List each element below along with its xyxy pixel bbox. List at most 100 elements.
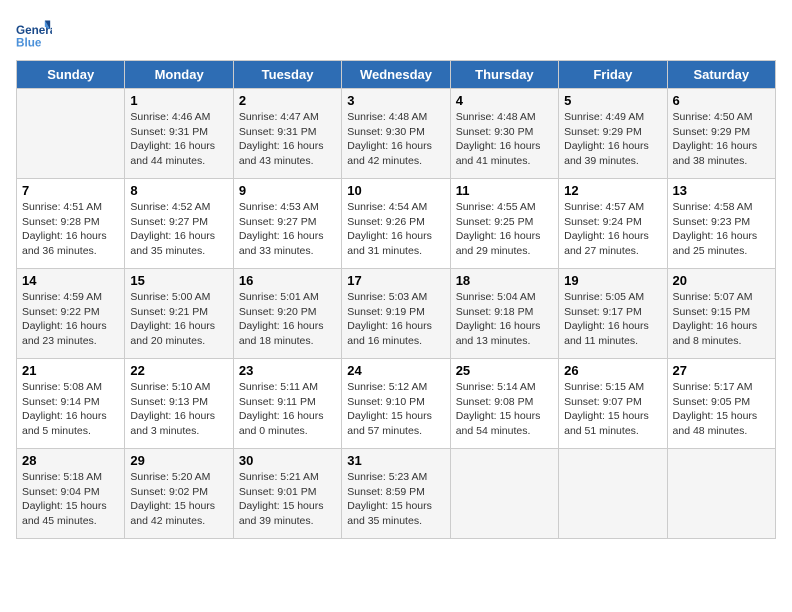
day-cell: 21 Sunrise: 5:08 AM Sunset: 9:14 PM Dayli…: [17, 359, 125, 449]
col-header-thursday: Thursday: [450, 61, 558, 89]
day-number: 11: [456, 183, 553, 198]
day-info: Sunrise: 4:49 AM Sunset: 9:29 PM Dayligh…: [564, 110, 661, 169]
day-cell: 25 Sunrise: 5:14 AM Sunset: 9:08 PM Dayli…: [450, 359, 558, 449]
day-cell: 12Sunrise: 4:57 AM Sunset: 9:24 PM Dayli…: [559, 179, 667, 269]
day-number: 10: [347, 183, 444, 198]
day-number: 23: [239, 363, 336, 378]
day-number: 28: [22, 453, 119, 468]
day-info: Sunrise: 4:46 AM Sunset: 9:31 PM Dayligh…: [130, 110, 227, 169]
day-cell: 16 Sunrise: 5:01 AM Sunset: 9:20 PM Dayli…: [233, 269, 341, 359]
day-number: 13: [673, 183, 770, 198]
day-number: 8: [130, 183, 227, 198]
day-cell: 5 Sunrise: 4:49 AM Sunset: 9:29 PM Daylig…: [559, 89, 667, 179]
day-cell: 1 Sunrise: 4:46 AM Sunset: 9:31 PM Daylig…: [125, 89, 233, 179]
calendar-table: SundayMondayTuesdayWednesdayThursdayFrid…: [16, 60, 776, 539]
day-number: 25: [456, 363, 553, 378]
week-row-4: 21 Sunrise: 5:08 AM Sunset: 9:14 PM Dayli…: [17, 359, 776, 449]
day-number: 27: [673, 363, 770, 378]
day-number: 16: [239, 273, 336, 288]
day-cell: 4 Sunrise: 4:48 AM Sunset: 9:30 PM Daylig…: [450, 89, 558, 179]
day-cell: 20 Sunrise: 5:07 AM Sunset: 9:15 PM Dayli…: [667, 269, 775, 359]
calendar-header-row: SundayMondayTuesdayWednesdayThursdayFrid…: [17, 61, 776, 89]
day-info: Sunrise: 4:58 AM Sunset: 9:23 PM Dayligh…: [673, 200, 770, 259]
day-info: Sunrise: 5:21 AM Sunset: 9:01 PM Dayligh…: [239, 470, 336, 529]
week-row-2: 7 Sunrise: 4:51 AM Sunset: 9:28 PM Daylig…: [17, 179, 776, 269]
svg-text:Blue: Blue: [16, 37, 42, 50]
day-number: 14: [22, 273, 119, 288]
col-header-tuesday: Tuesday: [233, 61, 341, 89]
day-info: Sunrise: 4:50 AM Sunset: 9:29 PM Dayligh…: [673, 110, 770, 169]
day-info: Sunrise: 5:00 AM Sunset: 9:21 PM Dayligh…: [130, 290, 227, 349]
day-info: Sunrise: 5:15 AM Sunset: 9:07 PM Dayligh…: [564, 380, 661, 439]
page-header: General Blue: [16, 16, 776, 52]
day-cell: 27 Sunrise: 5:17 AM Sunset: 9:05 PM Dayli…: [667, 359, 775, 449]
day-cell: 23Sunrise: 5:11 AM Sunset: 9:11 PM Dayli…: [233, 359, 341, 449]
day-info: Sunrise: 4:53 AM Sunset: 9:27 PM Dayligh…: [239, 200, 336, 259]
day-number: 15: [130, 273, 227, 288]
day-number: 19: [564, 273, 661, 288]
day-cell: [667, 449, 775, 539]
day-number: 3: [347, 93, 444, 108]
day-number: 4: [456, 93, 553, 108]
day-cell: 29 Sunrise: 5:20 AM Sunset: 9:02 PM Dayli…: [125, 449, 233, 539]
day-info: Sunrise: 5:01 AM Sunset: 9:20 PM Dayligh…: [239, 290, 336, 349]
day-number: 24: [347, 363, 444, 378]
day-number: 6: [673, 93, 770, 108]
day-info: Sunrise: 5:04 AM Sunset: 9:18 PM Dayligh…: [456, 290, 553, 349]
day-number: 21: [22, 363, 119, 378]
day-cell: [450, 449, 558, 539]
day-cell: 19 Sunrise: 5:05 AM Sunset: 9:17 PM Dayli…: [559, 269, 667, 359]
day-info: Sunrise: 5:14 AM Sunset: 9:08 PM Dayligh…: [456, 380, 553, 439]
day-cell: 18 Sunrise: 5:04 AM Sunset: 9:18 PM Dayli…: [450, 269, 558, 359]
day-cell: 28Sunrise: 5:18 AM Sunset: 9:04 PM Dayli…: [17, 449, 125, 539]
day-cell: 9 Sunrise: 4:53 AM Sunset: 9:27 PM Daylig…: [233, 179, 341, 269]
day-cell: [17, 89, 125, 179]
col-header-saturday: Saturday: [667, 61, 775, 89]
day-cell: 2Sunrise: 4:47 AM Sunset: 9:31 PM Daylig…: [233, 89, 341, 179]
day-cell: 24 Sunrise: 5:12 AM Sunset: 9:10 PM Dayli…: [342, 359, 450, 449]
day-number: 22: [130, 363, 227, 378]
logo: General Blue: [16, 16, 56, 52]
day-cell: 22Sunrise: 5:10 AM Sunset: 9:13 PM Dayli…: [125, 359, 233, 449]
day-info: Sunrise: 5:17 AM Sunset: 9:05 PM Dayligh…: [673, 380, 770, 439]
day-info: Sunrise: 5:08 AM Sunset: 9:14 PM Dayligh…: [22, 380, 119, 439]
day-cell: 7 Sunrise: 4:51 AM Sunset: 9:28 PM Daylig…: [17, 179, 125, 269]
day-info: Sunrise: 5:05 AM Sunset: 9:17 PM Dayligh…: [564, 290, 661, 349]
day-number: 7: [22, 183, 119, 198]
day-cell: 6 Sunrise: 4:50 AM Sunset: 9:29 PM Daylig…: [667, 89, 775, 179]
day-number: 2: [239, 93, 336, 108]
logo-icon: General Blue: [16, 16, 52, 52]
day-info: Sunrise: 4:48 AM Sunset: 9:30 PM Dayligh…: [456, 110, 553, 169]
day-cell: 26 Sunrise: 5:15 AM Sunset: 9:07 PM Dayli…: [559, 359, 667, 449]
day-cell: 8 Sunrise: 4:52 AM Sunset: 9:27 PM Daylig…: [125, 179, 233, 269]
day-number: 17: [347, 273, 444, 288]
day-info: Sunrise: 5:20 AM Sunset: 9:02 PM Dayligh…: [130, 470, 227, 529]
day-cell: [559, 449, 667, 539]
day-cell: 31 Sunrise: 5:23 AM Sunset: 8:59 PM Dayli…: [342, 449, 450, 539]
col-header-wednesday: Wednesday: [342, 61, 450, 89]
day-info: Sunrise: 5:23 AM Sunset: 8:59 PM Dayligh…: [347, 470, 444, 529]
col-header-sunday: Sunday: [17, 61, 125, 89]
day-info: Sunrise: 4:59 AM Sunset: 9:22 PM Dayligh…: [22, 290, 119, 349]
day-number: 9: [239, 183, 336, 198]
day-info: Sunrise: 4:52 AM Sunset: 9:27 PM Dayligh…: [130, 200, 227, 259]
day-number: 31: [347, 453, 444, 468]
col-header-friday: Friday: [559, 61, 667, 89]
day-number: 26: [564, 363, 661, 378]
day-number: 20: [673, 273, 770, 288]
day-number: 18: [456, 273, 553, 288]
day-info: Sunrise: 5:07 AM Sunset: 9:15 PM Dayligh…: [673, 290, 770, 349]
day-info: Sunrise: 4:51 AM Sunset: 9:28 PM Dayligh…: [22, 200, 119, 259]
col-header-monday: Monday: [125, 61, 233, 89]
day-cell: 17Sunrise: 5:03 AM Sunset: 9:19 PM Dayli…: [342, 269, 450, 359]
week-row-5: 28Sunrise: 5:18 AM Sunset: 9:04 PM Dayli…: [17, 449, 776, 539]
day-info: Sunrise: 5:12 AM Sunset: 9:10 PM Dayligh…: [347, 380, 444, 439]
day-cell: 11Sunrise: 4:55 AM Sunset: 9:25 PM Dayli…: [450, 179, 558, 269]
day-cell: 13 Sunrise: 4:58 AM Sunset: 9:23 PM Dayli…: [667, 179, 775, 269]
day-cell: 14 Sunrise: 4:59 AM Sunset: 9:22 PM Dayli…: [17, 269, 125, 359]
day-number: 1: [130, 93, 227, 108]
day-number: 5: [564, 93, 661, 108]
day-number: 29: [130, 453, 227, 468]
day-cell: 10Sunrise: 4:54 AM Sunset: 9:26 PM Dayli…: [342, 179, 450, 269]
day-info: Sunrise: 4:48 AM Sunset: 9:30 PM Dayligh…: [347, 110, 444, 169]
